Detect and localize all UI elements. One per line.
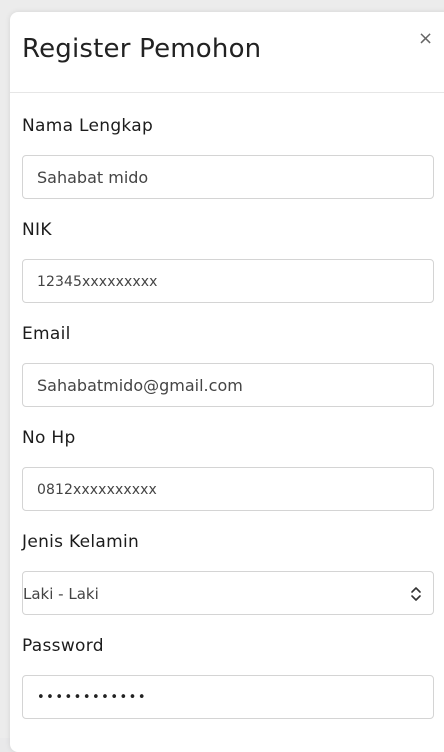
modal-header: Register Pemohon × [10,12,444,93]
nama-value: Sahabat mido [37,168,149,187]
form-group-email: Email Sahabatmido@gmail.com [22,324,434,407]
register-modal: Register Pemohon × Nama Lengkap Sahabat … [10,12,444,752]
form-group-nama: Nama Lengkap Sahabat mido [22,116,434,199]
nohp-label: No Hp [22,428,76,448]
password-field[interactable]: •••••••••••• [22,675,434,719]
chevron-updown-icon [411,587,421,601]
nik-field[interactable]: 12345xxxxxxxxx [22,259,434,303]
form-group-password: Password •••••••••••• [22,636,434,719]
form-group-nohp: No Hp 0812xxxxxxxxxx [22,428,434,511]
gender-select[interactable]: Laki - Laki [22,571,434,615]
nohp-field[interactable]: 0812xxxxxxxxxx [22,467,434,511]
nama-label: Nama Lengkap [22,116,154,136]
form-group-nik: NIK 12345xxxxxxxxx [22,220,434,303]
email-label: Email [22,324,71,344]
nik-label: NIK [22,220,52,240]
nik-value: 12345xxxxxxxxx [37,274,158,290]
email-field[interactable]: Sahabatmido@gmail.com [22,363,434,407]
gender-label: Jenis Kelamin [22,532,140,552]
close-button[interactable]: × [418,30,433,48]
password-label: Password [22,636,104,656]
nama-field[interactable]: Sahabat mido [22,155,434,199]
email-value: Sahabatmido@gmail.com [37,376,243,395]
gender-value: Laki - Laki [23,585,99,603]
form-group-gender: Jenis Kelamin Laki - Laki [22,532,434,615]
modal-title: Register Pemohon [22,34,262,64]
nohp-value: 0812xxxxxxxxxx [37,482,157,498]
password-value: •••••••••••• [37,690,148,705]
